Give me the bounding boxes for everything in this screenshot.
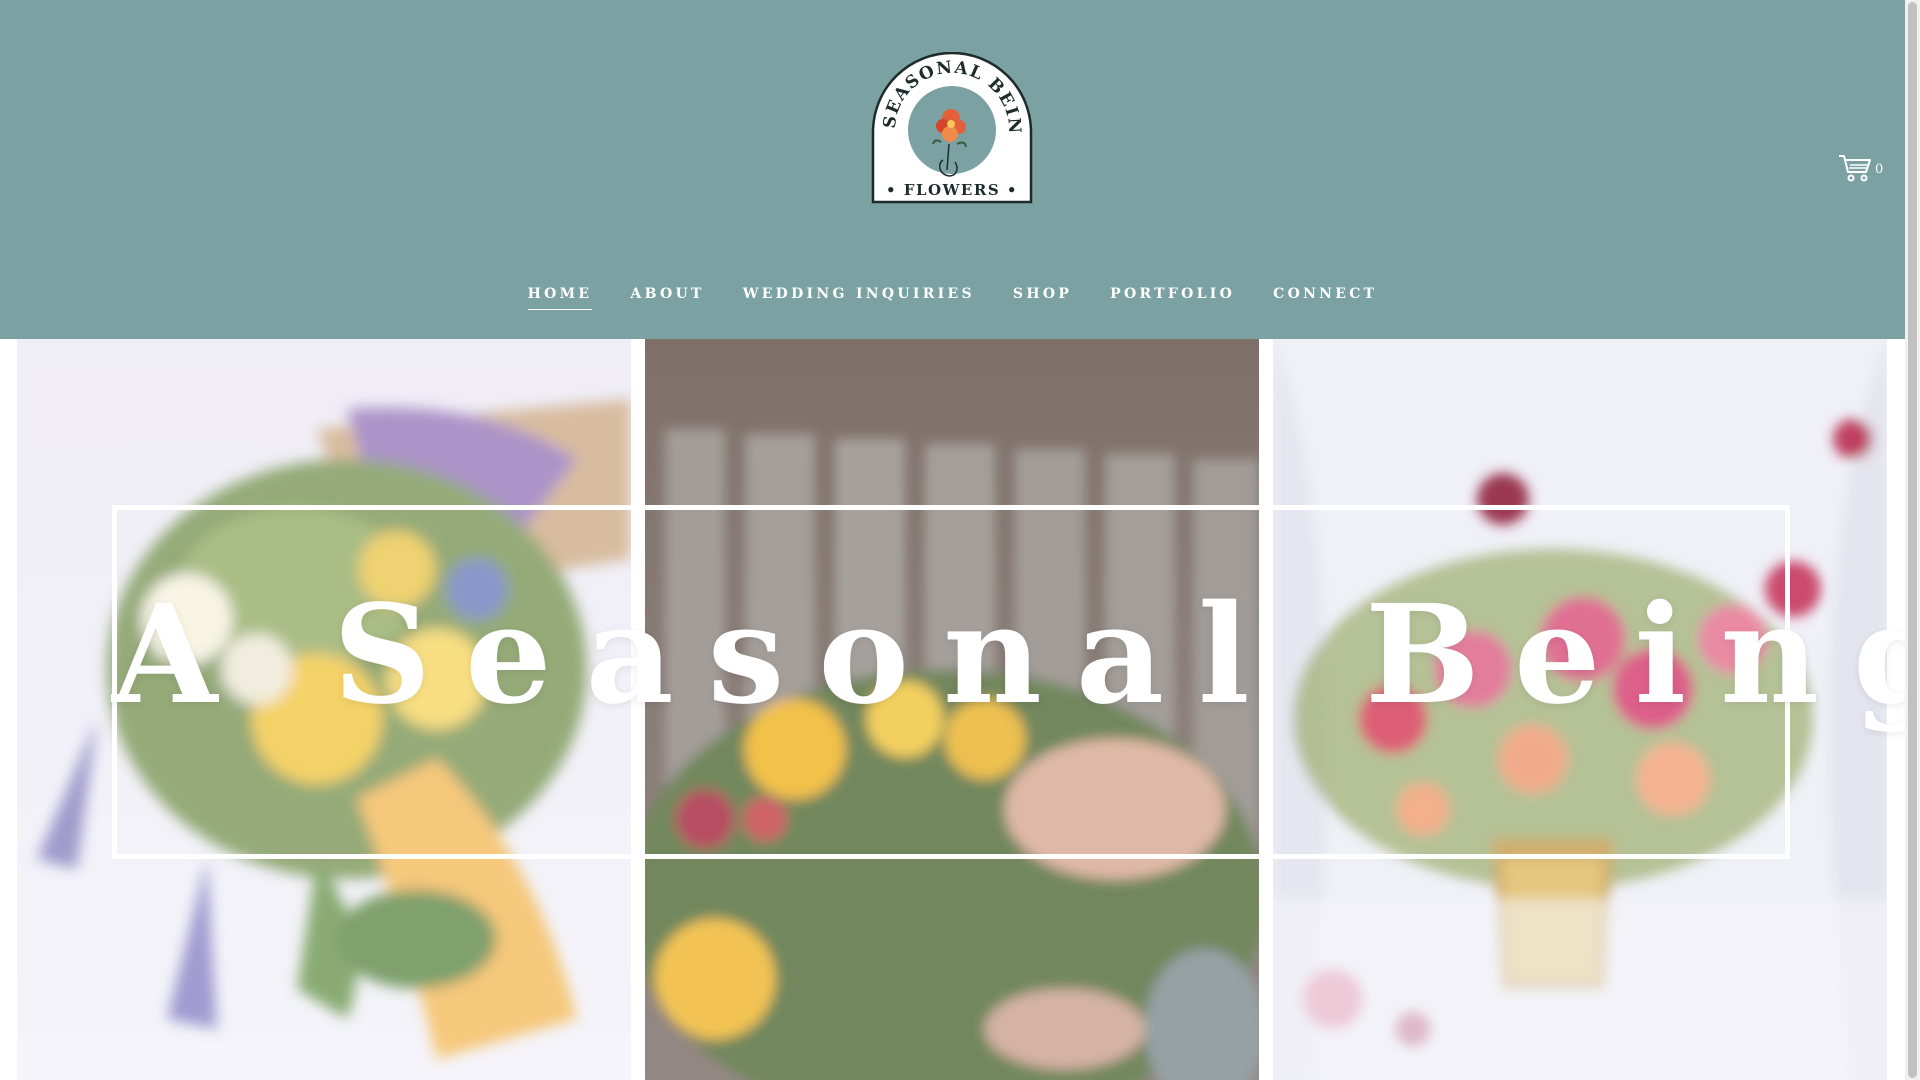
page-scrollbar[interactable] [1905,0,1920,1080]
main-nav: HOME ABOUT WEDDING INQUIRIES SHOP PORTFO… [0,280,1905,310]
brand-logo[interactable]: A SEASONAL BEING • FLOWERS • [869,52,1035,206]
nav-wedding-inquiries[interactable]: WEDDING INQUIRIES [743,280,975,310]
cart-icon [1839,155,1871,182]
nav-home[interactable]: HOME [527,280,593,310]
hero-banner: A Seasonal Being [0,339,1920,1080]
svg-text:• FLOWERS •: • FLOWERS • [886,181,1018,199]
site-header: A SEASONAL BEING • FLOWERS • 0 HOME ABOU… [0,0,1905,339]
cart-count: 0 [1875,162,1884,177]
hero-title: A Seasonal Being [112,575,1920,735]
scrollbar-thumb[interactable] [1908,2,1917,1078]
nav-about[interactable]: ABOUT [630,280,704,310]
nav-shop[interactable]: SHOP [1013,280,1072,310]
nav-portfolio[interactable]: PORTFOLIO [1110,280,1235,310]
cart-button[interactable]: 0 [1838,152,1888,186]
nav-connect[interactable]: CONNECT [1273,280,1377,310]
